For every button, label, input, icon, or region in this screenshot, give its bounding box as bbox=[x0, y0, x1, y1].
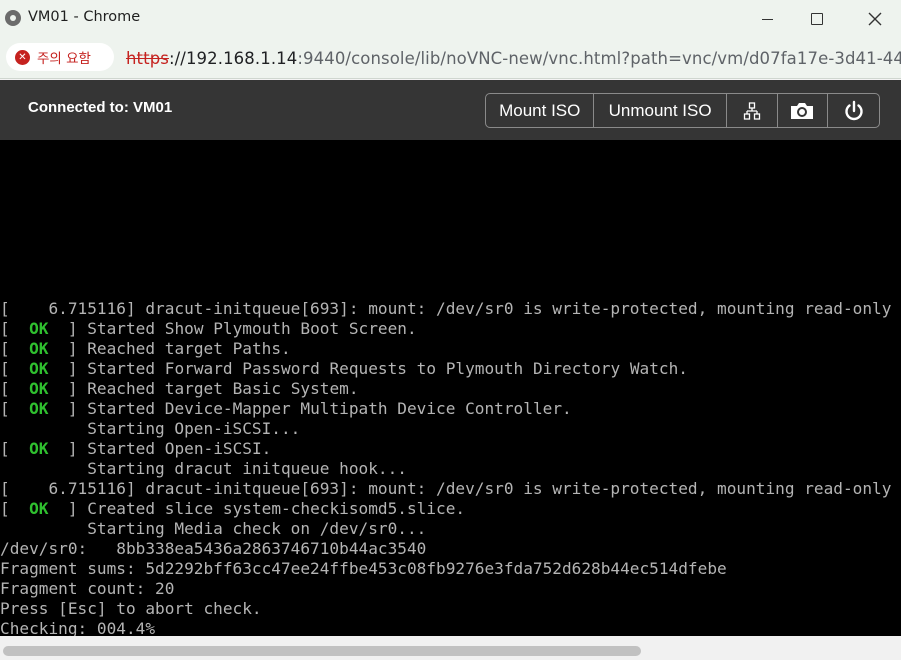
console-line: [ 6.715116] dracut-initqueue[693]: mount… bbox=[0, 299, 891, 319]
mount-iso-button[interactable]: Mount ISO bbox=[486, 94, 595, 127]
console-line-text: Reached target Paths. bbox=[87, 339, 291, 358]
console-line: [ OK ] Started Forward Password Requests… bbox=[0, 359, 688, 378]
horizontal-scrollbar[interactable] bbox=[0, 636, 901, 660]
console-line-text: Started Forward Password Requests to Ply… bbox=[87, 359, 688, 378]
console-line: [ 6.715116] dracut-initqueue[693]: mount… bbox=[0, 479, 891, 499]
console-line: Checking: 004.4% bbox=[0, 619, 891, 636]
close-icon bbox=[868, 12, 882, 26]
scrollbar-thumb[interactable] bbox=[3, 646, 641, 656]
vnc-button-group: Mount ISO Unmount ISO bbox=[485, 93, 880, 128]
console-line: [ OK ] Created slice system-checkisomd5.… bbox=[0, 499, 466, 518]
unmount-iso-button[interactable]: Unmount ISO bbox=[594, 94, 727, 127]
window-titlebar: VM01 - Chrome bbox=[0, 0, 901, 38]
console-line-text: [ 6.715116] dracut-initqueue[693]: mount… bbox=[0, 479, 892, 498]
maximize-button[interactable] bbox=[794, 0, 840, 38]
chrome-app-icon bbox=[5, 10, 21, 26]
vnc-console-screen[interactable]: [ 6.715116] dracut-initqueue[693]: mount… bbox=[0, 140, 901, 636]
console-line-text: Fragment count: 20 bbox=[0, 579, 175, 598]
network-tree-icon bbox=[743, 101, 760, 120]
console-line: [ OK ] Started Show Plymouth Boot Screen… bbox=[0, 319, 417, 338]
console-line-text: Starting Open-iSCSI... bbox=[0, 419, 301, 438]
console-line: Starting dracut initqueue hook... bbox=[0, 459, 891, 479]
console-line-text: Starting Media check on /dev/sr0... bbox=[0, 519, 427, 538]
console-line: Starting Open-iSCSI... bbox=[0, 419, 891, 439]
ok-status: OK bbox=[29, 319, 49, 338]
url-host: ://192.168.1.14 bbox=[168, 49, 298, 68]
console-line: [ OK ] Started Open-iSCSI. bbox=[0, 439, 272, 458]
console-line: Fragment count: 20 bbox=[0, 579, 891, 599]
console-line-text: Reached target Basic System. bbox=[87, 379, 359, 398]
console-line: /dev/sr0: 8bb338ea5436a2863746710b44ac35… bbox=[0, 539, 891, 559]
console-output: [ 6.715116] dracut-initqueue[693]: mount… bbox=[0, 299, 891, 636]
ok-status: OK bbox=[29, 439, 49, 458]
ok-status: OK bbox=[29, 339, 49, 358]
console-line-text: Created slice system-checkisomd5.slice. bbox=[87, 499, 466, 518]
console-line-text: Started Device-Mapper Multipath Device C… bbox=[87, 399, 572, 418]
connection-status: Connected to: VM01 bbox=[28, 99, 173, 116]
url-scheme: https bbox=[126, 49, 169, 68]
console-line: Press [Esc] to abort check. bbox=[0, 599, 891, 619]
network-button[interactable] bbox=[727, 94, 778, 127]
vnc-control-bar: Connected to: VM01 Mount ISO Unmount ISO bbox=[0, 80, 901, 140]
console-line: [ OK ] Reached target Paths. bbox=[0, 339, 291, 358]
console-line-text: Started Open-iSCSI. bbox=[87, 439, 272, 458]
ok-status: OK bbox=[29, 359, 49, 378]
address-bar: ✕ 주의 요함 https://192.168.1.14:9440/consol… bbox=[0, 38, 901, 79]
maximize-icon bbox=[811, 13, 823, 25]
console-line: Starting Media check on /dev/sr0... bbox=[0, 519, 891, 539]
console-line-text: /dev/sr0: 8bb338ea5436a2863746710b44ac35… bbox=[0, 539, 427, 558]
power-button[interactable] bbox=[828, 94, 879, 127]
console-line-text: Checking: 004.4% bbox=[0, 619, 156, 636]
console-line-text: Starting dracut initqueue hook... bbox=[0, 459, 407, 478]
console-line-text: Press [Esc] to abort check. bbox=[0, 599, 262, 618]
console-line-text: [ 6.715116] dracut-initqueue[693]: mount… bbox=[0, 299, 892, 318]
warning-x-icon: ✕ bbox=[15, 49, 30, 65]
console-line: Fragment sums: 5d2292bff63cc47ee24ffbe45… bbox=[0, 559, 891, 579]
console-line: [ OK ] Reached target Basic System. bbox=[0, 379, 359, 398]
power-icon bbox=[844, 100, 863, 120]
close-button[interactable] bbox=[852, 0, 898, 38]
console-line: [ OK ] Started Device-Mapper Multipath D… bbox=[0, 399, 572, 418]
minimize-button[interactable] bbox=[744, 0, 790, 38]
url-field[interactable]: https://192.168.1.14:9440/console/lib/no… bbox=[126, 49, 901, 68]
window-title: VM01 - Chrome bbox=[28, 9, 141, 25]
ok-status: OK bbox=[29, 379, 49, 398]
camera-icon bbox=[791, 102, 814, 119]
console-line-text: Started Show Plymouth Boot Screen. bbox=[87, 319, 417, 338]
security-warning-label: 주의 요함 bbox=[37, 51, 91, 67]
security-warning-chip[interactable]: ✕ 주의 요함 bbox=[6, 43, 114, 71]
console-line-text: Fragment sums: 5d2292bff63cc47ee24ffbe45… bbox=[0, 559, 727, 578]
ok-status: OK bbox=[29, 399, 49, 418]
url-path: :9440/console/lib/noVNC-new/vnc.html?pat… bbox=[297, 49, 901, 68]
screenshot-button[interactable] bbox=[778, 94, 829, 127]
ok-status: OK bbox=[29, 499, 49, 518]
minimize-icon bbox=[761, 18, 773, 20]
